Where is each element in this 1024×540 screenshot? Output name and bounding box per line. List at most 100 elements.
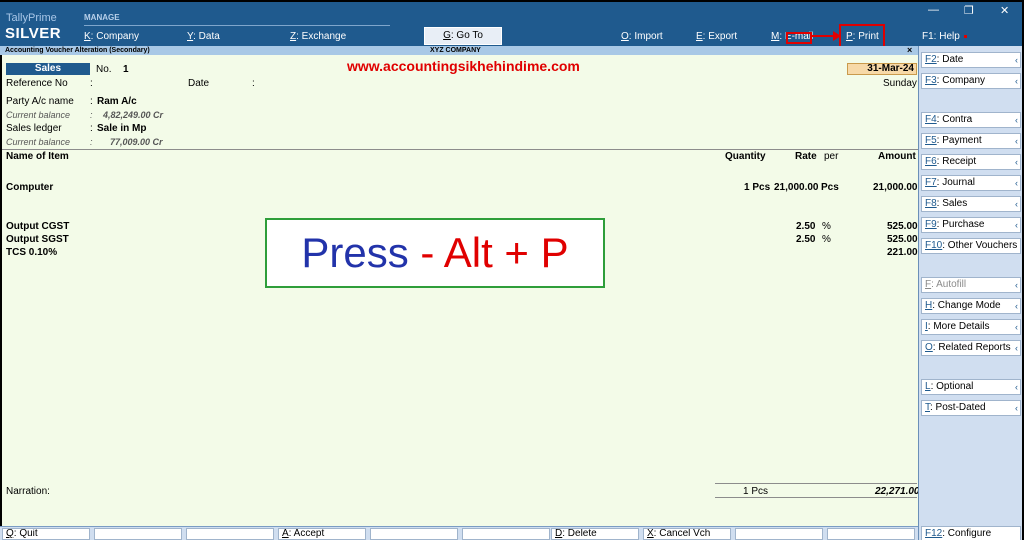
btn-purchase-label: : Purchase [936,219,985,230]
ledger-balance-label: Current balance [6,137,71,147]
btn-autofill[interactable]: F: Autofill ‹ [921,277,1021,293]
btn-configure[interactable]: F12: Configure [921,526,1021,540]
btn-other-vouchers[interactable]: F10: Other Vouchers [921,238,1021,254]
btn-cancel-voucher-label: : Cancel Vch [653,528,711,539]
menu-data[interactable]: Y: Data [187,31,220,42]
voucher-date-field[interactable]: 31-Mar-24 [847,63,917,75]
btn-payment[interactable]: F5: Payment ‹ [921,133,1021,149]
voucher-form: Sales No. 1 www.accountingsikhehindime.c… [0,55,920,526]
menu-export[interactable]: E: Export [696,31,737,42]
bottom-empty-slot [827,528,915,540]
btn-contra[interactable]: F4: Contra ‹ [921,112,1021,128]
btn-change-mode[interactable]: H: Change Mode ‹ [921,298,1021,314]
chevron-left-icon: ‹ [1015,55,1018,65]
item-per[interactable]: Pcs [821,182,839,193]
btn-quit-key: Q [6,528,14,539]
right-button-panel: F2: Date ‹ F3: Company ‹ F4: Contra ‹ F5: P… [918,46,1024,540]
btn-cancel-voucher[interactable]: X: Cancel Vch [643,528,731,540]
btn-sales-key: F8 [925,198,937,209]
party-balance-colon: : [90,110,93,120]
tax-cgst-name[interactable]: Output CGST [6,221,69,232]
tax-sgst-amount: 525.00 [887,234,918,245]
btn-payment-key: F5 [925,135,937,146]
chevron-left-icon: ‹ [1015,343,1018,353]
btn-change-mode-label: : Change Mode [932,300,1001,311]
close-voucher-button[interactable]: × [907,45,912,55]
btn-other-vouchers-key: F10 [925,240,943,251]
menu-import[interactable]: O: Import [621,31,663,42]
restore-button[interactable]: ❐ [964,4,974,17]
btn-purchase[interactable]: F9: Purchase ‹ [921,217,1021,233]
tax-tcs-name[interactable]: TCS 0.10% [6,247,57,258]
bottom-empty-slot [735,528,823,540]
col-header-item: Name of Item [6,151,69,162]
btn-cancel-voucher-key: X [647,528,654,539]
menu-exchange[interactable]: Z: Exchange [290,31,346,42]
btn-accept[interactable]: A: Accept [278,528,366,540]
bottom-empty-slot [94,528,182,540]
sales-ledger-value[interactable]: Sale in Mp [97,123,146,134]
menu-goto-button[interactable]: G: Go To [424,27,502,45]
chevron-left-icon: ‹ [1015,178,1018,188]
tax-tcs-amount: 221.00 [887,247,918,258]
menu-import-label: : Import [628,31,663,42]
menu-help[interactable]: F1: Help [922,31,967,42]
item-quantity[interactable]: 1 Pcs [744,182,770,193]
btn-optional[interactable]: L: Optional ‹ [921,379,1021,395]
btn-contra-label: : Contra [936,114,973,125]
btn-delete-label: : Delete [562,528,597,539]
company-title: XYZ COMPANY [430,47,481,54]
bottom-empty-slot [186,528,274,540]
menu-exchange-label: : Exchange [296,31,347,42]
btn-other-vouchers-label: : Other Vouchers [942,240,1018,251]
btn-contra-key: F4 [925,114,937,125]
btn-more-details[interactable]: I: More Details ‹ [921,319,1021,335]
menu-company[interactable]: K: Company [84,31,139,42]
chevron-left-icon: ‹ [1015,115,1018,125]
tax-cgst-amount: 525.00 [887,221,918,232]
date-colon: : [252,78,255,89]
item-amount[interactable]: 21,000.00 [873,182,918,193]
chevron-left-icon: ‹ [1015,382,1018,392]
voucher-title-bar: Accounting Voucher Alteration (Secondary… [0,45,918,55]
minimize-button[interactable]: — [928,4,939,16]
manage-divider [84,25,390,26]
brand-edition: SILVER [5,25,62,42]
btn-journal[interactable]: F7: Journal ‹ [921,175,1021,191]
btn-delete[interactable]: D: Delete [551,528,639,540]
menu-import-key: O [621,31,629,42]
voucher-day: Sunday [883,78,917,89]
menu-goto-key: G [443,30,451,41]
reference-colon: : [90,78,93,89]
sales-ledger-label: Sales ledger [6,123,62,134]
btn-sales[interactable]: F8: Sales ‹ [921,196,1021,212]
date-label: Date [188,78,210,89]
menu-export-label: : Export [702,31,738,42]
party-value[interactable]: Ram A/c [97,96,137,107]
btn-company[interactable]: F3: Company ‹ [921,73,1021,89]
tax-cgst-per: % [822,221,831,232]
item-name[interactable]: Computer [6,182,53,193]
item-rate[interactable]: 21,000.00 [774,182,819,193]
tax-sgst-name[interactable]: Output SGST [6,234,69,245]
btn-company-label: : Company [936,75,986,86]
chevron-left-icon: ‹ [1015,157,1018,167]
close-window-button[interactable]: ✕ [1000,4,1009,17]
btn-configure-label: : Configure [942,528,992,539]
top-menu-bar: TallyPrime SILVER MANAGE K: Company Y: D… [0,0,1024,48]
callout-keys-text: Alt + P [443,229,569,276]
voucher-no-value: 1 [123,64,129,75]
chevron-left-icon: ‹ [1015,136,1018,146]
btn-date[interactable]: F2: Date ‹ [921,52,1021,68]
bottom-empty-slot [462,528,550,540]
btn-post-dated-label: : Post-Dated [930,402,986,413]
btn-related-reports[interactable]: O: Related Reports ‹ [921,340,1021,356]
menu-company-label: : Company [90,31,140,42]
chevron-left-icon: ‹ [1015,199,1018,209]
btn-post-dated[interactable]: T: Post-Dated ‹ [921,400,1021,416]
col-header-per: per [824,151,839,162]
voucher-no-label: No. [96,64,112,75]
btn-quit[interactable]: Q: Quit [2,528,90,540]
btn-receipt[interactable]: F6: Receipt ‹ [921,154,1021,170]
total-bottom-line [715,497,917,498]
